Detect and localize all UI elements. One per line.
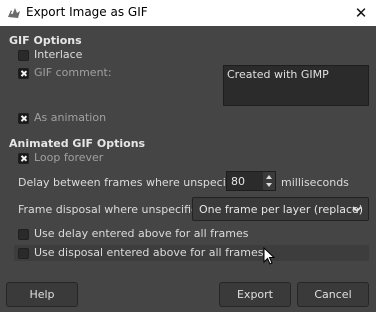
close-button[interactable]: ✕: [346, 0, 376, 26]
loop-forever-label[interactable]: Loop forever: [34, 151, 103, 164]
animated-gif-options-heading: Animated GIF Options: [9, 137, 146, 150]
as-animation-label[interactable]: As animation: [34, 111, 106, 124]
frame-disposal-dropdown[interactable]: One frame per layer (replace): [192, 197, 369, 221]
gif-comment-checkbox[interactable]: [18, 68, 29, 79]
decrement-arrow-icon[interactable]: [266, 183, 272, 187]
cancel-button[interactable]: Cancel: [297, 282, 369, 307]
delay-value[interactable]: 80: [231, 175, 245, 188]
disposal-label: Frame disposal where unspecified:: [18, 203, 209, 216]
title-bar: Export Image as GIF ✕: [0, 0, 376, 26]
increment-arrow-icon[interactable]: [266, 175, 272, 179]
gif-comment-text: Created with GIMP: [227, 68, 329, 81]
chevron-down-icon: [352, 206, 362, 213]
interlace-label[interactable]: Interlace: [34, 48, 82, 61]
delay-unit-label: milliseconds: [281, 176, 349, 189]
export-button[interactable]: Export: [219, 282, 291, 307]
mouse-pointer-icon: [263, 247, 276, 265]
loop-forever-checkbox[interactable]: [18, 153, 29, 164]
frame-disposal-selected: One frame per layer (replace): [199, 203, 364, 216]
use-disposal-label[interactable]: Use disposal entered above for all frame…: [34, 246, 263, 259]
as-animation-checkbox[interactable]: [18, 113, 29, 124]
gimp-app-icon: [8, 8, 20, 18]
delay-spinbutton[interactable]: 80: [226, 171, 276, 191]
delay-stepper[interactable]: [263, 172, 275, 190]
delay-label: Delay between frames where unspecified:: [18, 176, 251, 189]
close-icon: ✕: [354, 4, 368, 22]
use-disposal-checkbox[interactable]: [18, 248, 29, 259]
use-delay-label[interactable]: Use delay entered above for all frames: [34, 227, 249, 240]
gif-options-heading: GIF Options: [9, 34, 82, 47]
gif-comment-textarea[interactable]: Created with GIMP: [223, 65, 369, 106]
gif-comment-label[interactable]: GIF comment:: [34, 66, 112, 79]
use-delay-checkbox[interactable]: [18, 229, 29, 240]
window-title: Export Image as GIF: [26, 5, 148, 19]
help-button[interactable]: Help: [6, 282, 78, 307]
interlace-checkbox[interactable]: [18, 50, 29, 61]
